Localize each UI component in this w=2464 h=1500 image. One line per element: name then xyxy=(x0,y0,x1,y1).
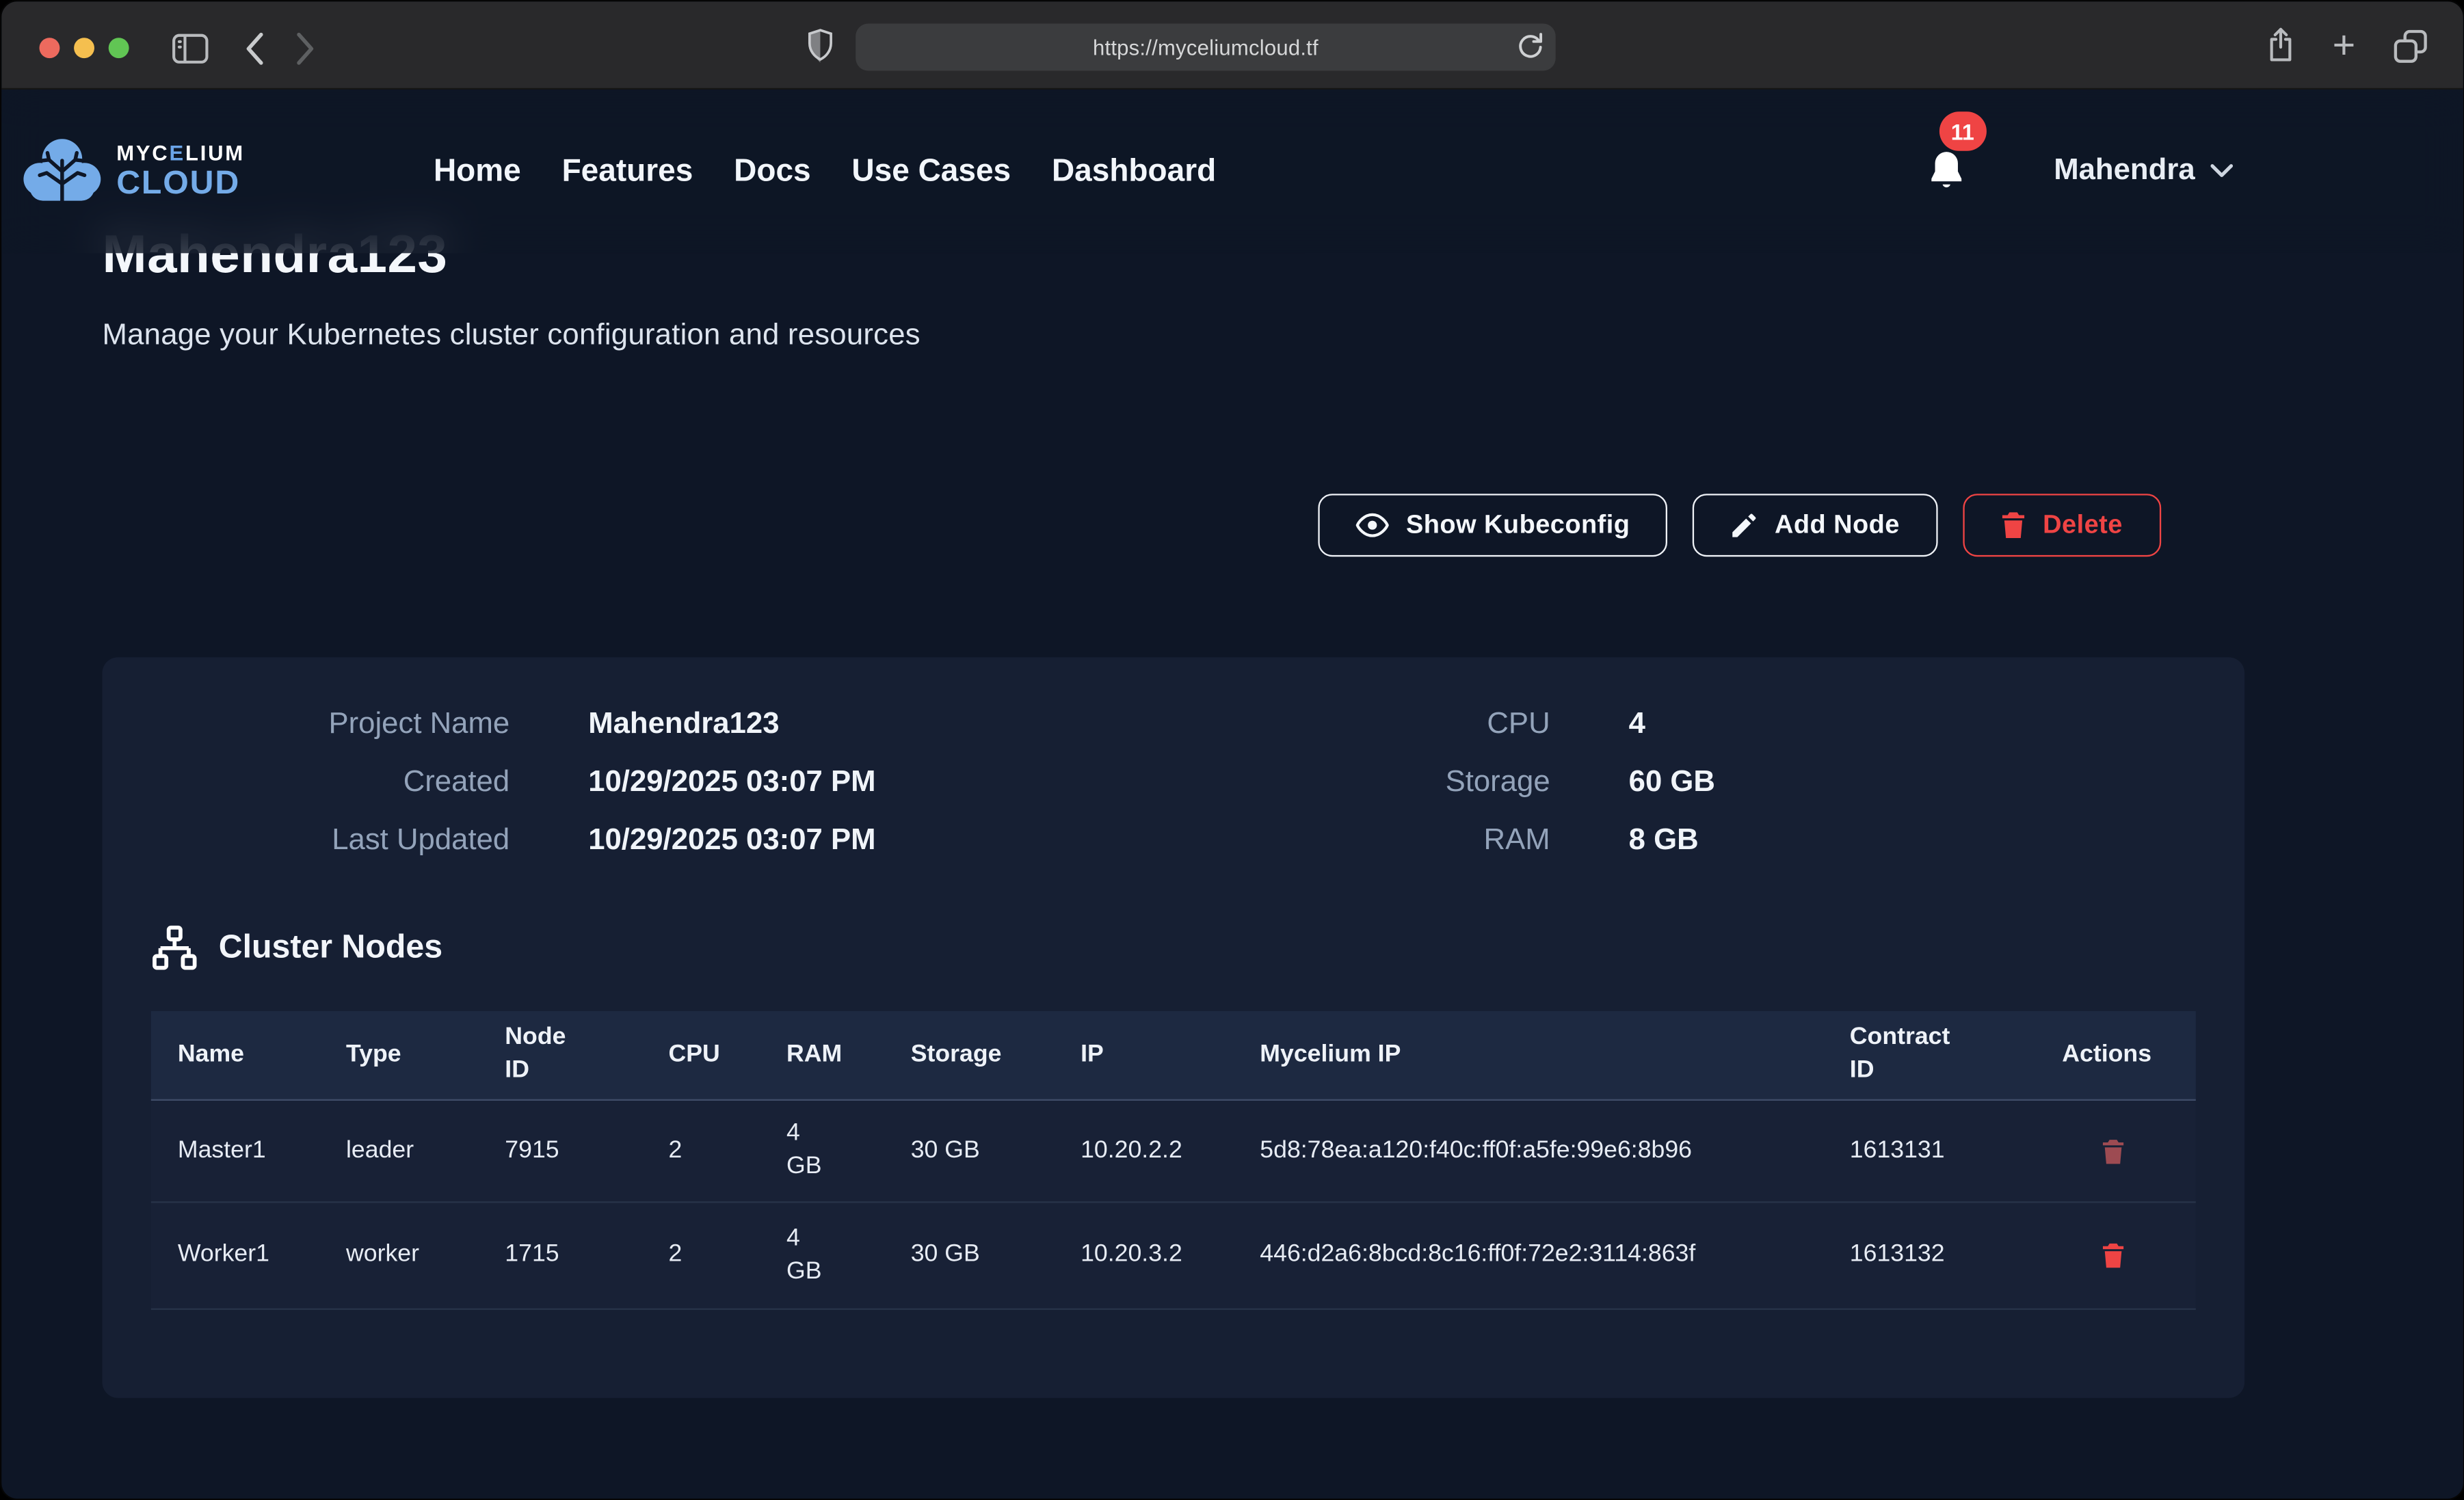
col-actions: Actions xyxy=(2030,1039,2196,1071)
ram-value: 8 GB xyxy=(1629,824,2197,859)
scaled-viewport: https://myceliumcloud.tf + Mahendra123 xyxy=(0,0,2464,1500)
delete-node-button[interactable] xyxy=(2095,1134,2132,1167)
nav-link-use-cases[interactable]: Use Cases xyxy=(851,153,1011,189)
reload-icon[interactable] xyxy=(1516,31,1544,63)
minimize-window-button[interactable] xyxy=(74,38,94,58)
cluster-nodes-table: Name Type Node ID CPU RAM Storage IP Myc… xyxy=(151,1011,2196,1310)
cell-ram: 4 GB xyxy=(786,1222,911,1288)
delete-cluster-button[interactable]: Delete xyxy=(1963,494,2160,557)
zoom-window-button[interactable] xyxy=(109,38,129,58)
chevron-down-icon xyxy=(2209,163,2233,179)
cell-ram: 4 GB xyxy=(786,1118,911,1183)
privacy-shield-icon[interactable] xyxy=(807,28,834,63)
cell-mycelium-ip: 446:d2a6:8bcd:8c16:ff0f:72e2:3114:863f xyxy=(1260,1239,1850,1272)
table-row-master1: Master1 leader 7915 2 4 GB 30 GB 10.20.2… xyxy=(151,1101,2196,1203)
delete-node-button[interactable] xyxy=(2095,1239,2132,1272)
bell-icon xyxy=(1926,150,1966,193)
browser-window: https://myceliumcloud.tf + Mahendra123 xyxy=(0,0,2464,1500)
created-label: Created xyxy=(150,766,510,801)
brand-logo[interactable]: MYCELIUM CLOUD xyxy=(21,132,245,211)
sidebar-toggle-icon[interactable] xyxy=(172,32,209,64)
col-type: Type xyxy=(346,1039,505,1071)
nav-link-home[interactable]: Home xyxy=(434,153,521,189)
cell-name: Master1 xyxy=(151,1135,346,1168)
cluster-nodes-icon xyxy=(151,924,198,972)
cell-name: Worker1 xyxy=(151,1239,346,1272)
main-navigation: Home Features Docs Use Cases Dashboard xyxy=(434,153,1216,189)
cpu-label: CPU xyxy=(1236,708,1550,742)
cpu-value: 4 xyxy=(1629,708,2197,742)
notifications-button[interactable]: 11 xyxy=(1926,150,1966,193)
add-node-button[interactable]: Add Node xyxy=(1693,494,1937,557)
cell-type: worker xyxy=(346,1239,505,1272)
show-kubeconfig-button[interactable]: Show Kubeconfig xyxy=(1318,494,1667,557)
eye-icon xyxy=(1355,513,1388,538)
page-subtitle: Manage your Kubernetes cluster configura… xyxy=(103,319,920,354)
notification-badge: 11 xyxy=(1939,111,1986,150)
col-ip: IP xyxy=(1081,1039,1260,1071)
cell-ip: 10.20.2.2 xyxy=(1081,1135,1260,1168)
storage-label: Storage xyxy=(1236,766,1550,801)
toolbar-right-actions: + xyxy=(2265,24,2428,68)
col-storage: Storage xyxy=(911,1039,1081,1071)
back-icon[interactable] xyxy=(244,31,265,66)
cell-cpu: 2 xyxy=(669,1239,787,1272)
col-contract-id: Contract ID xyxy=(1850,1022,2031,1088)
cell-contract-id: 1613132 xyxy=(1850,1239,2031,1272)
brand-wordmark: MYCELIUM CLOUD xyxy=(116,143,245,200)
storage-value: 60 GB xyxy=(1629,766,2197,801)
navbar-right: 11 Mahendra xyxy=(1926,150,2233,193)
cluster-actions: Show Kubeconfig Add Node Delete xyxy=(1318,494,2160,557)
url-text: https://myceliumcloud.tf xyxy=(1093,36,1319,59)
nav-link-docs[interactable]: Docs xyxy=(734,153,810,189)
cell-node-id: 7915 xyxy=(505,1135,668,1168)
project-name-value: Mahendra123 xyxy=(588,708,1156,742)
cell-node-id: 1715 xyxy=(505,1239,668,1272)
created-value: 10/29/2025 03:07 PM xyxy=(588,766,1156,801)
cell-type: leader xyxy=(346,1135,505,1168)
address-bar[interactable]: https://myceliumcloud.tf xyxy=(856,24,1556,71)
trash-icon xyxy=(2102,1242,2125,1269)
col-name: Name xyxy=(151,1039,346,1071)
cell-ip: 10.20.3.2 xyxy=(1081,1239,1260,1272)
ram-label: RAM xyxy=(1236,824,1550,859)
last-updated-label: Last Updated xyxy=(150,824,510,859)
col-ram: RAM xyxy=(786,1039,911,1071)
pencil-icon xyxy=(1731,512,1758,539)
table-row-worker1: Worker1 worker 1715 2 4 GB 30 GB 10.20.3… xyxy=(151,1203,2196,1310)
last-updated-value: 10/29/2025 03:07 PM xyxy=(588,824,1156,859)
cell-storage: 30 GB xyxy=(911,1239,1081,1272)
cell-cpu: 2 xyxy=(669,1135,787,1168)
trash-icon xyxy=(2000,511,2026,539)
cluster-details-card: Project Name Mahendra123 CPU 4 Created 1… xyxy=(103,657,2245,1397)
browser-toolbar: https://myceliumcloud.tf + xyxy=(1,1,2462,90)
cell-contract-id: 1613131 xyxy=(1850,1135,2031,1168)
page-content: Mahendra123 xyxy=(1,90,2462,1499)
close-window-button[interactable] xyxy=(40,38,60,58)
app-navbar: MYCELIUM CLOUD Home Features Docs Use Ca… xyxy=(1,90,2462,253)
new-tab-icon[interactable]: + xyxy=(2333,24,2356,68)
col-cpu: CPU xyxy=(669,1039,787,1071)
cell-actions xyxy=(2030,1239,2196,1272)
col-node-id: Node ID xyxy=(505,1022,668,1088)
forward-icon[interactable] xyxy=(295,31,316,66)
cluster-nodes-heading: Cluster Nodes xyxy=(151,924,2244,972)
col-mycelium-ip: Mycelium IP xyxy=(1260,1039,1850,1071)
nav-link-features[interactable]: Features xyxy=(562,153,693,189)
traffic-lights xyxy=(40,38,129,58)
cell-mycelium-ip: 5d8:78ea:a120:f40c:ff0f:a5fe:99e6:8b96 xyxy=(1260,1135,1850,1168)
user-menu[interactable]: Mahendra xyxy=(2054,154,2233,189)
user-name: Mahendra xyxy=(2054,154,2195,189)
nav-link-dashboard[interactable]: Dashboard xyxy=(1052,153,1216,189)
cell-storage: 30 GB xyxy=(911,1135,1081,1168)
cluster-info-grid: Project Name Mahendra123 CPU 4 Created 1… xyxy=(103,657,2245,858)
cell-actions xyxy=(2030,1134,2196,1167)
mycelium-cloud-logo-icon xyxy=(21,132,104,211)
tab-overview-icon[interactable] xyxy=(2392,27,2428,64)
trash-icon xyxy=(2102,1138,2125,1164)
share-icon[interactable] xyxy=(2265,27,2296,64)
table-header-row: Name Type Node ID CPU RAM Storage IP Myc… xyxy=(151,1011,2196,1101)
project-name-label: Project Name xyxy=(150,708,510,742)
